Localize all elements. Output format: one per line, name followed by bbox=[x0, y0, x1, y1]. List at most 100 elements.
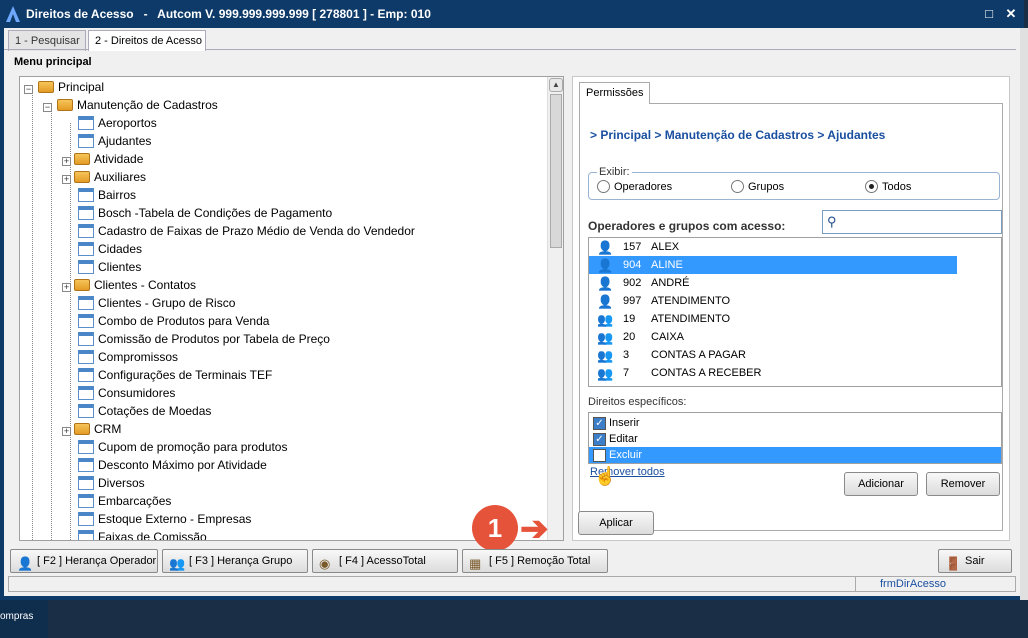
list-item[interactable]: 👤 902 ANDRÉ bbox=[589, 274, 957, 292]
rights-list[interactable]: ✓ Inserir ✓ Editar Excluir bbox=[588, 412, 1002, 464]
list-item-selected[interactable]: 👤 904 ALINE bbox=[589, 256, 957, 274]
list-item[interactable]: 👥 20 CAIXA bbox=[589, 328, 957, 346]
tree-item[interactable]: Cadastro de Faixas de Prazo Médio de Ven… bbox=[78, 222, 415, 240]
button-label: [ F4 ] AcessoTotal bbox=[339, 555, 426, 567]
tree-item[interactable]: + Auxiliares bbox=[62, 168, 146, 186]
add-button[interactable]: Adicionar bbox=[844, 472, 918, 496]
expand-icon[interactable]: + bbox=[62, 175, 71, 184]
menu-principal-label: Menu principal bbox=[14, 56, 92, 68]
tree-item-label: Combo de Produtos para Venda bbox=[98, 314, 270, 328]
list-item[interactable]: 👤 157 ALEX bbox=[589, 238, 957, 256]
list-item[interactable]: 👤 997 ATENDIMENTO bbox=[589, 292, 957, 310]
tree-item-label: Clientes bbox=[98, 260, 142, 274]
form-icon bbox=[78, 242, 94, 256]
tab-permissoes[interactable]: Permissões bbox=[579, 82, 651, 104]
outer-scrollbar[interactable] bbox=[1020, 28, 1028, 600]
tree-item-manutencao[interactable]: − Manutenção de Cadastros bbox=[43, 96, 218, 114]
tree-item[interactable]: Configurações de Terminais TEF bbox=[78, 366, 272, 384]
remove-button[interactable]: Remover bbox=[926, 472, 1000, 496]
tab-pesquisar[interactable]: 1 - Pesquisar bbox=[8, 30, 86, 51]
tree-item-label: Atividade bbox=[94, 152, 144, 166]
tree-item[interactable]: + Clientes - Contatos bbox=[62, 276, 196, 294]
folder-open-icon bbox=[38, 81, 54, 93]
remocao-total-button[interactable]: ▦ [ F5 ] Remoção Total bbox=[462, 549, 608, 573]
radio-todos[interactable]: Todos bbox=[865, 180, 911, 193]
tree-item[interactable]: Estoque Externo - Empresas bbox=[78, 510, 251, 528]
maximize-icon[interactable]: □ bbox=[980, 5, 998, 23]
form-icon bbox=[78, 512, 94, 526]
form-icon bbox=[78, 386, 94, 400]
checkbox-checked-icon[interactable]: ✓ bbox=[593, 417, 606, 430]
form-icon bbox=[78, 476, 94, 490]
step-badge: 1 bbox=[472, 505, 518, 551]
list-item[interactable]: 👥 19 ATENDIMENTO bbox=[589, 310, 957, 328]
entry-code: 20 bbox=[623, 331, 636, 343]
button-label: [ F5 ] Remoção Total bbox=[489, 555, 591, 567]
tree-item[interactable]: Desconto Máximo por Atividade bbox=[78, 456, 267, 474]
expand-icon[interactable]: + bbox=[62, 157, 71, 166]
tree-item-label: Diversos bbox=[98, 476, 145, 490]
expand-icon[interactable]: + bbox=[62, 427, 71, 436]
apply-button[interactable]: Aplicar bbox=[578, 511, 654, 535]
entry-code: 19 bbox=[623, 313, 636, 325]
collapse-icon[interactable]: − bbox=[43, 103, 52, 112]
folder-open-icon bbox=[57, 99, 73, 111]
tree-line bbox=[51, 105, 52, 540]
tree-item[interactable]: Bosch -Tabela de Condições de Pagamento bbox=[78, 204, 332, 222]
checkbox-checked-icon[interactable]: ✓ bbox=[593, 433, 606, 446]
tree-item[interactable]: Cupom de promoção para produtos bbox=[78, 438, 287, 456]
tab-direitos-de-acesso[interactable]: 2 - Direitos de Acesso bbox=[88, 30, 206, 51]
close-icon[interactable]: ✕ bbox=[1002, 5, 1020, 23]
menu-tree[interactable]: − Principal − Manutenção de Cadastros Aero… bbox=[19, 76, 564, 541]
access-icon: ◉ bbox=[319, 556, 331, 571]
list-item[interactable]: 👥 3 CONTAS A PAGAR bbox=[589, 346, 957, 364]
collapse-icon[interactable]: − bbox=[24, 85, 33, 94]
tree-item[interactable]: Compromissos bbox=[78, 348, 178, 366]
tree-item[interactable]: Ajudantes bbox=[78, 132, 151, 150]
tree-item-label: Principal bbox=[58, 80, 105, 94]
list-item[interactable]: 👥 7 CONTAS A RECEBER bbox=[589, 364, 957, 382]
tree-item-label: Manutenção de Cadastros bbox=[77, 98, 218, 112]
scroll-up-icon[interactable]: ▲ bbox=[549, 78, 563, 92]
right-editar[interactable]: ✓ Editar bbox=[589, 431, 1001, 447]
status-form-name: frmDirAcesso bbox=[855, 577, 946, 591]
radio-operadores[interactable]: Operadores bbox=[597, 180, 672, 193]
tree-scrollbar[interactable]: ▲ bbox=[547, 77, 563, 540]
radio-grupos[interactable]: Grupos bbox=[731, 180, 784, 193]
tree-item[interactable]: Clientes bbox=[78, 258, 141, 276]
tree-item[interactable]: Embarcações bbox=[78, 492, 171, 510]
form-icon bbox=[78, 134, 94, 148]
tree-item[interactable]: Faixas de Comissão bbox=[78, 528, 207, 540]
acesso-total-button[interactable]: ◉ [ F4 ] AcessoTotal bbox=[312, 549, 458, 573]
tree-item[interactable]: Cidades bbox=[78, 240, 142, 258]
right-excluir[interactable]: Excluir bbox=[589, 447, 1001, 463]
search-input[interactable]: ⚲ bbox=[822, 210, 1002, 234]
expand-icon[interactable]: + bbox=[62, 283, 71, 292]
tree-item[interactable]: Clientes - Grupo de Risco bbox=[78, 294, 235, 312]
tree-item[interactable]: Consumidores bbox=[78, 384, 175, 402]
search-icon: ⚲ bbox=[827, 214, 837, 229]
tree-item[interactable]: Comissão de Produtos por Tabela de Preço bbox=[78, 330, 330, 348]
heranca-operador-button[interactable]: 👤[ F2 ] Herança Operador bbox=[10, 549, 158, 573]
tree-item[interactable]: Diversos bbox=[78, 474, 145, 492]
right-inserir[interactable]: ✓ Inserir bbox=[589, 415, 1001, 431]
tree-item-principal[interactable]: − Principal bbox=[24, 78, 104, 96]
tree-item[interactable]: + Atividade bbox=[62, 150, 143, 168]
tree-item[interactable]: Combo de Produtos para Venda bbox=[78, 312, 269, 330]
button-label: [ F3 ] Herança Grupo bbox=[189, 555, 293, 567]
tree-item[interactable]: Cotações de Moedas bbox=[78, 402, 211, 420]
taskbar-item[interactable]: ompras bbox=[0, 600, 48, 638]
user-icon: 👤 bbox=[597, 240, 614, 255]
tree-item[interactable]: Aeroportos bbox=[78, 114, 157, 132]
tree-item-label: Auxiliares bbox=[94, 170, 147, 184]
scroll-thumb[interactable] bbox=[550, 94, 562, 248]
tree-item-label: Configurações de Terminais TEF bbox=[98, 368, 273, 382]
exit-button[interactable]: 🚪 Sair bbox=[938, 549, 1012, 573]
tree-item[interactable]: + CRM bbox=[62, 420, 121, 438]
permissions-panel: Permissões > Principal > Manutenção de C… bbox=[572, 76, 1010, 541]
checkbox-icon[interactable] bbox=[593, 449, 606, 462]
heranca-grupo-button[interactable]: 👥[ F3 ] Herança Grupo bbox=[162, 549, 308, 573]
tree-item[interactable]: Bairros bbox=[78, 186, 136, 204]
entry-code: 3 bbox=[623, 349, 630, 361]
operators-list[interactable]: 👤 157 ALEX 👤 904 ALINE 👤 902 ANDRÉ 👤 997 ATENDIM… bbox=[588, 237, 1002, 387]
